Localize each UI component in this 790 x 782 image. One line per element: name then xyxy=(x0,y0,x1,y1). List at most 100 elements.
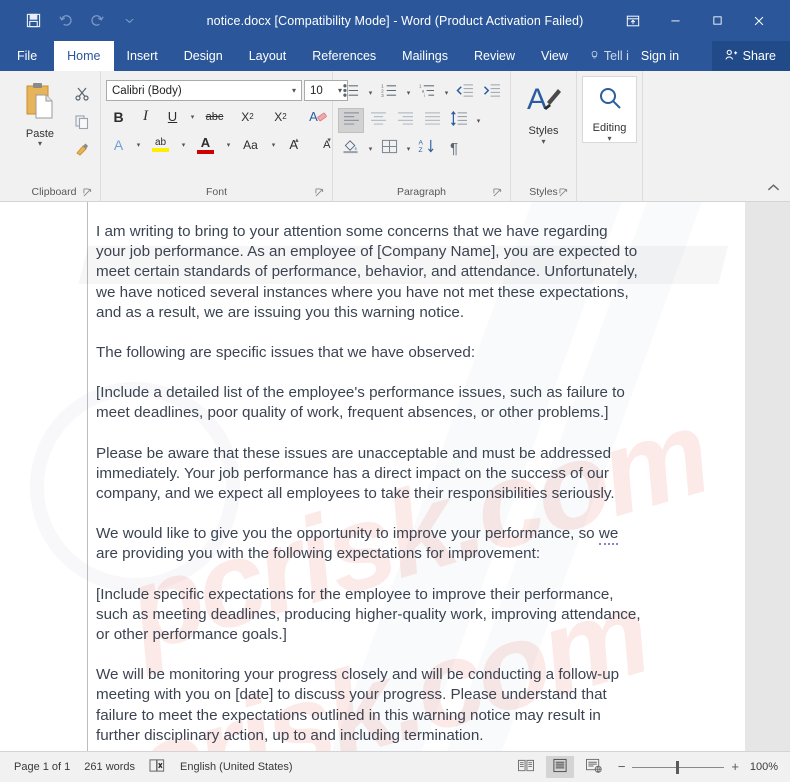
underline-dropdown[interactable]: ▾ xyxy=(187,104,197,129)
numbering-dropdown[interactable]: ▾ xyxy=(403,80,413,105)
copy-button[interactable] xyxy=(69,112,95,136)
show-formatting-marks-button[interactable]: ¶ xyxy=(441,136,467,161)
paste-button[interactable]: Paste ▾ xyxy=(13,78,67,148)
tab-insert[interactable]: Insert xyxy=(114,41,171,71)
font-dialog-launcher-icon[interactable] xyxy=(315,188,325,198)
zoom-slider-track[interactable] xyxy=(632,760,725,774)
tab-references[interactable]: References xyxy=(299,41,389,71)
justify-button[interactable] xyxy=(419,108,445,133)
zoom-out-button[interactable]: − xyxy=(618,760,626,773)
redo-icon[interactable] xyxy=(82,8,112,34)
ribbon-group-clipboard: Paste ▾ Clipboard xyxy=(8,71,101,201)
sort-button[interactable]: A Z xyxy=(414,136,440,161)
font-color-dropdown[interactable]: ▾ xyxy=(223,132,233,157)
document-area[interactable]: pcrisk.com pcrisk.com I am writing to br… xyxy=(0,202,790,751)
change-case-button[interactable]: Aa xyxy=(235,132,266,157)
sign-in-button[interactable]: Sign in xyxy=(633,41,687,71)
multilevel-list-dropdown[interactable]: ▾ xyxy=(441,80,451,105)
clear-formatting-button[interactable]: A xyxy=(298,104,329,129)
text-effects-dropdown[interactable]: ▾ xyxy=(133,132,143,157)
tab-view[interactable]: View xyxy=(528,41,581,71)
shading-dropdown[interactable]: ▾ xyxy=(365,136,375,161)
save-icon[interactable] xyxy=(18,8,48,34)
underline-button[interactable]: U xyxy=(160,104,185,129)
text-highlight-button[interactable]: ab xyxy=(145,132,176,157)
eraser-icon xyxy=(317,110,328,125)
superscript-button[interactable]: X2 xyxy=(265,104,296,129)
restore-icon[interactable] xyxy=(696,5,738,37)
borders-dropdown[interactable]: ▾ xyxy=(403,136,413,161)
proofing-errors-button[interactable] xyxy=(149,758,166,776)
subscript-sub: 2 xyxy=(249,112,254,121)
font-color-button[interactable]: A xyxy=(190,132,221,157)
zoom-level-label[interactable]: 100% xyxy=(746,761,778,773)
web-layout-view-button[interactable] xyxy=(580,756,608,778)
format-painter-button[interactable] xyxy=(69,140,95,164)
chevron-down-icon[interactable]: ▾ xyxy=(607,135,611,143)
tell-me-search-box[interactable]: Tell i xyxy=(581,41,633,71)
line-spacing-button[interactable] xyxy=(446,108,472,133)
undo-icon[interactable] xyxy=(50,8,80,34)
multilevel-list-button[interactable]: 1 a i xyxy=(414,80,440,105)
chevron-down-icon[interactable]: ▾ xyxy=(289,86,299,95)
cut-button[interactable] xyxy=(69,84,95,108)
page-number-status[interactable]: Page 1 of 1 xyxy=(14,761,70,773)
chevron-down-icon[interactable]: ▾ xyxy=(541,138,545,146)
read-mode-view-button[interactable] xyxy=(512,756,540,778)
borders-button[interactable] xyxy=(376,136,402,161)
styles-dialog-launcher-icon[interactable] xyxy=(559,188,569,198)
tab-review[interactable]: Review xyxy=(461,41,528,71)
tab-home[interactable]: Home xyxy=(54,41,114,71)
tab-file[interactable]: File xyxy=(0,41,54,71)
paragraph-dialog-launcher-icon[interactable] xyxy=(493,188,503,198)
font-group-text: Font xyxy=(205,186,227,198)
tab-layout[interactable]: Layout xyxy=(236,41,300,71)
title-bar: notice.docx [Compatibility Mode] - Word … xyxy=(0,0,790,41)
align-left-button[interactable] xyxy=(338,108,364,133)
strikethrough-button[interactable]: abc xyxy=(199,104,230,129)
chevron-down-icon[interactable] xyxy=(114,8,144,34)
tab-mailings[interactable]: Mailings xyxy=(389,41,461,71)
ribbon-options-icon[interactable] xyxy=(612,5,654,37)
chevron-down-icon: ▾ xyxy=(271,141,276,149)
superscript-sup: 2 xyxy=(282,112,287,121)
clipboard-dialog-launcher-icon[interactable] xyxy=(83,188,93,198)
minimize-icon[interactable] xyxy=(654,5,696,37)
tab-design[interactable]: Design xyxy=(171,41,236,71)
subscript-button[interactable]: X2 xyxy=(232,104,263,129)
styles-button[interactable]: A Styles ▾ xyxy=(516,76,571,146)
bullets-button[interactable] xyxy=(338,80,364,105)
decrease-indent-button[interactable] xyxy=(452,80,478,105)
word-count-status[interactable]: 261 words xyxy=(84,761,135,773)
italic-button[interactable]: I xyxy=(133,104,158,129)
share-button[interactable]: Share xyxy=(711,41,790,71)
language-status[interactable]: English (United States) xyxy=(180,761,293,773)
zoom-control[interactable]: − + 100% xyxy=(614,760,778,774)
ribbon-group-styles: A Styles ▾ Styles xyxy=(511,71,577,201)
bold-button[interactable]: B xyxy=(106,104,131,129)
numbering-button[interactable]: 1 2 3 xyxy=(376,80,402,105)
text-effects-button[interactable]: A xyxy=(106,132,131,157)
font-name-combobox[interactable]: Calibri (Body) ▾ xyxy=(106,80,302,101)
print-layout-view-button[interactable] xyxy=(545,756,574,778)
zoom-in-button[interactable]: + xyxy=(731,760,739,773)
chevron-down-icon[interactable]: ▾ xyxy=(38,140,42,148)
zoom-slider-handle[interactable] xyxy=(676,760,680,774)
close-icon[interactable] xyxy=(738,5,780,37)
collapse-ribbon-button[interactable] xyxy=(767,183,780,195)
document-paragraph: We will be monitoring your progress clos… xyxy=(96,666,620,744)
bullets-dropdown[interactable]: ▾ xyxy=(365,80,375,105)
document-body[interactable]: I am writing to bring to your attention … xyxy=(96,222,641,751)
line-spacing-dropdown[interactable]: ▾ xyxy=(473,108,483,133)
editing-button[interactable]: Editing ▾ xyxy=(582,76,637,143)
svg-text:Z: Z xyxy=(419,147,423,154)
shading-button[interactable] xyxy=(338,136,364,161)
center-button[interactable] xyxy=(365,108,391,133)
spellcheck-flagged-word[interactable]: we xyxy=(598,525,619,546)
align-right-button[interactable] xyxy=(392,108,418,133)
text-highlight-dropdown[interactable]: ▾ xyxy=(178,132,188,157)
change-case-dropdown[interactable]: ▾ xyxy=(268,132,278,157)
grow-font-button[interactable]: A ▴ xyxy=(280,132,311,157)
ribbon-group-label-font: Font xyxy=(106,183,327,201)
increase-indent-button[interactable] xyxy=(479,80,505,105)
